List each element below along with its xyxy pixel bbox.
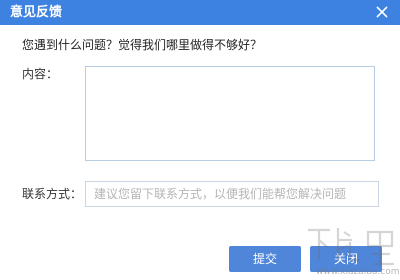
title-bar[interactable]: 意见反馈 <box>0 0 400 25</box>
dialog-title: 意见反馈 <box>10 5 63 20</box>
submit-button[interactable]: 提交 <box>229 246 301 272</box>
close-button[interactable]: 关闭 <box>310 246 382 272</box>
contact-input[interactable] <box>85 181 379 207</box>
close-icon[interactable] <box>375 5 389 19</box>
feedback-dialog: 意见反馈 您遇到什么问题？觉得我们哪里做得不够好？ 内容： 联系方式： 提交 关… <box>0 0 400 280</box>
content-textarea[interactable] <box>85 66 375 161</box>
feedback-question: 您遇到什么问题？觉得我们哪里做得不够好？ <box>22 38 263 52</box>
content-label: 内容： <box>22 67 59 81</box>
contact-label: 联系方式： <box>22 187 83 201</box>
